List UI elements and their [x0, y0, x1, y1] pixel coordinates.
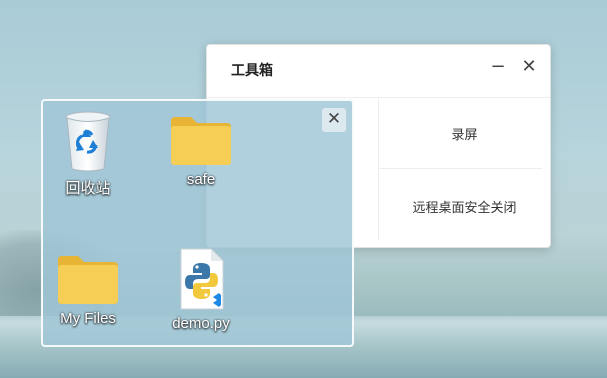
- python-file-icon: [180, 248, 224, 310]
- safe-folder-label: safe: [186, 171, 216, 188]
- desktop-folder-popup: ✕ 回收站 safe My Files demo.py: [41, 99, 354, 347]
- folder-icon: [171, 117, 231, 165]
- recycle-bin-icon: [65, 111, 111, 172]
- my-files-folder-shortcut[interactable]: My Files: [48, 254, 128, 327]
- recycle-bin-shortcut[interactable]: 回收站: [48, 109, 128, 198]
- demo-py-file-shortcut[interactable]: demo.py: [161, 247, 241, 332]
- record-screen-button[interactable]: 录屏: [379, 98, 550, 168]
- recycle-bin-label: 回收站: [65, 180, 111, 197]
- my-files-label: My Files: [60, 310, 116, 327]
- popup-close-button[interactable]: ✕: [322, 108, 346, 132]
- remote-desktop-close-button[interactable]: 远程桌面安全关闭: [379, 169, 550, 243]
- minimize-button[interactable]: −: [488, 57, 508, 77]
- toolbox-title: 工具箱: [231, 63, 273, 79]
- close-button[interactable]: ✕: [519, 57, 539, 77]
- safe-folder-shortcut[interactable]: safe: [161, 115, 241, 188]
- folder-icon: [58, 256, 118, 304]
- demo-py-label: demo.py: [172, 315, 230, 332]
